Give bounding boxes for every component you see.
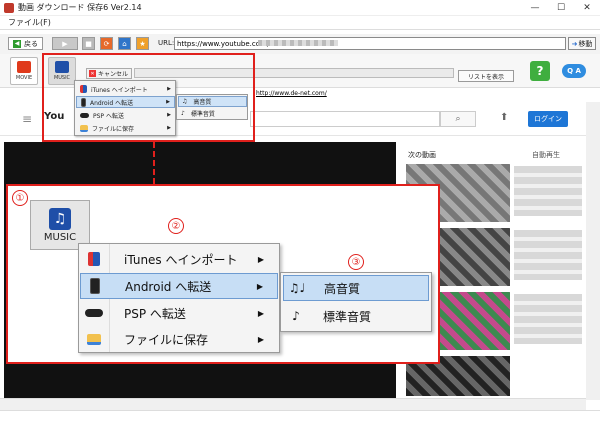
go-arrow-icon: ➜ (571, 39, 578, 48)
movie-icon (17, 61, 31, 73)
menu-item-standard-quality[interactable]: ♪ 標準音質 (283, 303, 429, 329)
url-label: URL: (158, 39, 175, 47)
itunes-icon (88, 252, 100, 266)
menu-item-save-file[interactable]: ファイルに保存 ▶ (80, 326, 278, 352)
back-button[interactable]: ◀ 戻る (8, 37, 43, 50)
music-icon: ♫ (49, 207, 71, 230)
app-icon (4, 2, 14, 13)
video-title-blur (514, 230, 582, 280)
back-label: 戻る (24, 39, 38, 48)
menu-item-label: ファイルに保存 (124, 332, 209, 347)
window-title: 動画 ダウンロード 保存6 Ver2.14 (18, 3, 142, 12)
menu-item-itunes[interactable]: iTunes へインポート ▶ (76, 83, 175, 95)
android-icon (90, 278, 100, 294)
upload-icon[interactable]: ⬆ (500, 112, 508, 123)
menu-item-standard-quality[interactable]: ♪ 標準音質 (178, 108, 247, 119)
submenu-arrow-icon: ▶ (256, 281, 263, 291)
folder-icon (87, 333, 101, 345)
submenu-arrow-icon: ▶ (167, 125, 171, 131)
quality-submenu-zoomed: ♫♩ 高音質 ♪ 標準音質 (280, 272, 432, 332)
music-notes-icon: ♫ (182, 98, 188, 105)
callout-connector (153, 142, 155, 184)
youtube-search-input[interactable] (250, 111, 440, 127)
music-note-icon: ♪ (292, 309, 300, 323)
go-button[interactable]: ➜ 移動 (568, 37, 596, 50)
step-badge-2: ② (168, 218, 184, 234)
url-redacted (258, 40, 338, 46)
menu-bar: ファイル(F) (0, 16, 600, 30)
submenu-arrow-icon: ▶ (257, 254, 264, 264)
psp-icon (80, 112, 89, 118)
refresh-icon[interactable]: ⟳ (100, 37, 113, 50)
menu-item-label: ファイルに保存 (92, 125, 135, 133)
menu-item-high-quality[interactable]: ♫♩ 高音質 (283, 275, 429, 301)
movie-label: MOVIE (15, 75, 33, 81)
window-controls: — ☐ ✕ (522, 0, 600, 16)
menu-item-high-quality[interactable]: ♫ 高音質 (178, 96, 247, 107)
context-menu-zoomed: iTunes へインポート ▶ Android へ転送 ▶ PSP へ転送 ▶ … (78, 243, 280, 353)
music-note-icon: ♪ (181, 110, 185, 117)
forward-icon[interactable]: ▶ (52, 37, 78, 50)
back-arrow-icon: ◀ (13, 39, 21, 48)
close-button[interactable]: ✕ (574, 0, 600, 16)
maximize-button[interactable]: ☐ (548, 0, 574, 16)
step-badge-3: ③ (348, 254, 364, 270)
submenu-arrow-icon: ▶ (257, 308, 264, 318)
itunes-icon (80, 85, 87, 93)
psp-icon (85, 309, 103, 317)
step-badge-1: ① (12, 190, 28, 206)
menu-item-label: Android へ転送 (125, 279, 212, 294)
menu-item-psp[interactable]: PSP へ転送 ▶ (80, 300, 278, 326)
menu-item-label: 標準音質 (190, 111, 215, 118)
minimize-button[interactable]: — (522, 0, 548, 16)
home-icon[interactable]: ⌂ (118, 37, 131, 50)
quality-submenu: ♫ 高音質 ♪ 標準音質 (176, 94, 248, 120)
menu-item-label: Android へ転送 (90, 99, 134, 107)
url-input[interactable]: https://www.youtube.com/ (174, 37, 566, 50)
menu-item-label: iTunes へインポート (91, 86, 148, 94)
menu-item-save-file[interactable]: ファイルに保存 ▶ (76, 122, 175, 134)
menu-item-android[interactable]: Android へ転送 ▶ (76, 96, 175, 108)
show-list-button[interactable]: リストを表示 (458, 70, 514, 82)
hamburger-menu-icon[interactable]: ≡ (22, 112, 32, 126)
movie-button[interactable]: MOVIE (10, 57, 38, 85)
help-button[interactable]: ? (530, 61, 550, 81)
submenu-arrow-icon: ▶ (167, 86, 171, 92)
menu-file[interactable]: ファイル(F) (8, 17, 51, 28)
music-label: MUSIC (43, 231, 77, 243)
up-next-label: 次の動画 (408, 151, 436, 159)
submenu-arrow-icon: ▶ (167, 112, 171, 118)
bookmark-icon[interactable]: ★ (136, 37, 149, 50)
search-icon[interactable]: ⌕ (440, 111, 476, 127)
menu-item-android[interactable]: Android へ転送 ▶ (80, 273, 278, 299)
go-label: 移動 (578, 39, 593, 48)
music-notes-icon: ♫♩ (288, 281, 306, 295)
horizontal-scrollbar[interactable] (0, 398, 586, 410)
stop-icon[interactable]: ■ (82, 37, 95, 50)
login-button[interactable]: ログイン (528, 111, 568, 127)
video-title-blur (514, 294, 582, 344)
autoplay-label: 自動再生 (532, 151, 560, 159)
navigation-bar: ◀ 戻る ▶ ■ ⟳ ⌂ ★ URL: https://www.youtube.… (0, 34, 600, 54)
menu-item-psp[interactable]: PSP へ転送 ▶ (76, 109, 175, 121)
menu-item-label: iTunes へインポート (124, 252, 238, 267)
android-icon (81, 97, 86, 107)
title-bar: 動画 ダウンロード 保存6 Ver2.14 — ☐ ✕ (0, 0, 600, 16)
menu-item-itunes[interactable]: iTunes へインポート ▶ (80, 246, 278, 272)
submenu-arrow-icon: ▶ (166, 99, 170, 105)
status-bar (0, 410, 600, 423)
video-title-blur (514, 166, 582, 216)
site-url-link[interactable]: http://www.de-net.com/ (256, 90, 327, 97)
menu-item-label: 高音質 (193, 99, 212, 106)
menu-item-label: PSP へ転送 (93, 112, 124, 120)
menu-item-label: 高音質 (324, 281, 361, 296)
menu-item-label: PSP へ転送 (124, 306, 186, 321)
menu-item-label: 標準音質 (323, 309, 372, 324)
submenu-arrow-icon: ▶ (257, 334, 264, 344)
folder-icon (80, 124, 88, 132)
vertical-scrollbar[interactable] (586, 102, 600, 400)
context-menu: iTunes へインポート ▶ Android へ転送 ▶ PSP へ転送 ▶ … (74, 80, 176, 136)
qa-button[interactable]: Q A (562, 64, 586, 78)
